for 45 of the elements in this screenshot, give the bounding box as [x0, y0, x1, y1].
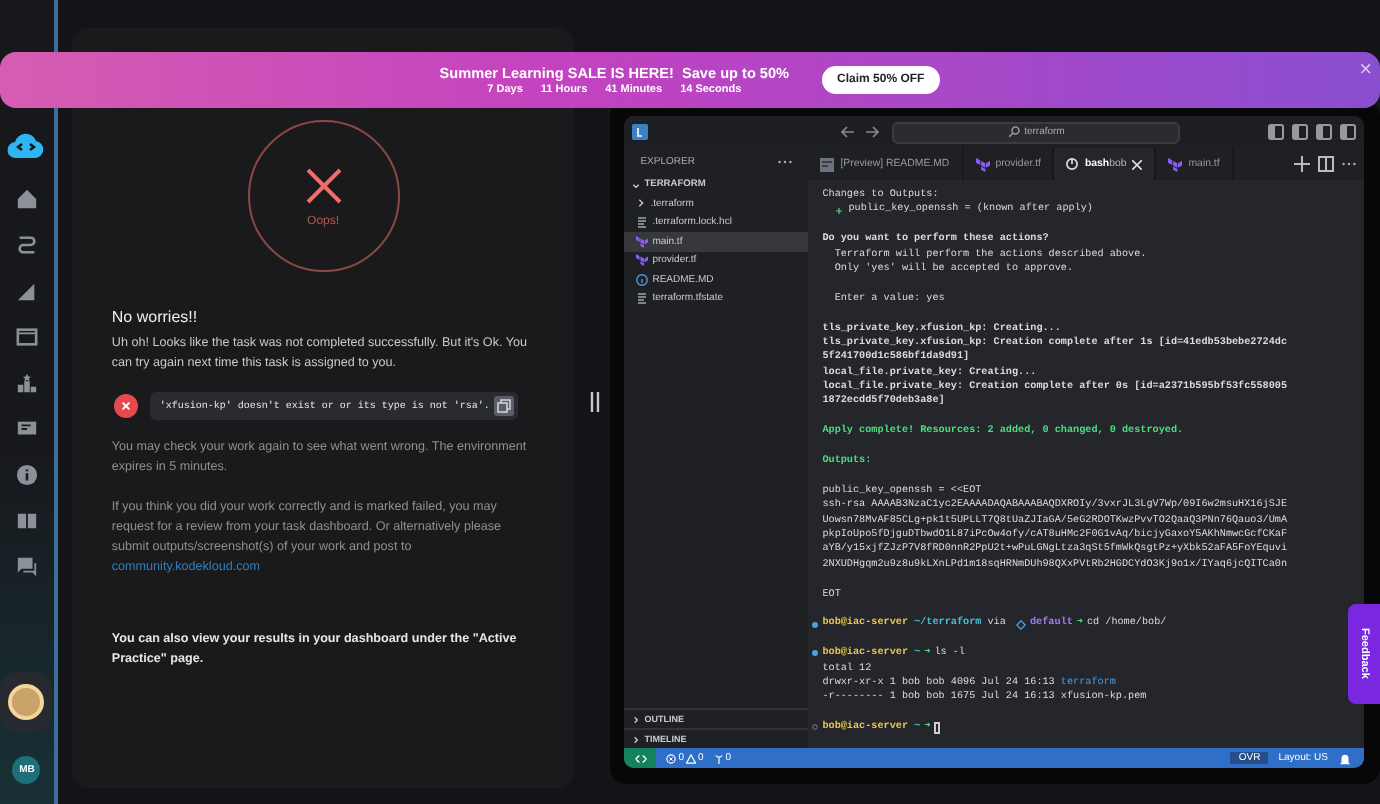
editor-logo-icon	[632, 124, 649, 140]
plus-icon	[836, 207, 843, 214]
terraform-file-icon	[1168, 157, 1183, 171]
preview-icon	[820, 157, 835, 171]
chat-icon[interactable]	[15, 556, 38, 578]
result-heading: No worries!!	[111, 308, 200, 326]
route-icon[interactable]	[15, 234, 38, 256]
terraform-file-icon	[636, 254, 649, 267]
remote-icon	[633, 751, 648, 765]
error-icon	[666, 753, 677, 763]
chart-icon[interactable]	[15, 280, 38, 302]
close-icon[interactable]	[1132, 159, 1143, 169]
remote-button[interactable]	[624, 748, 657, 768]
info-icon[interactable]	[15, 464, 38, 486]
text-file-icon	[636, 292, 649, 305]
cloud-logo-icon[interactable]	[6, 132, 47, 160]
prompt-dot-icon	[812, 724, 819, 731]
search-icon	[1008, 126, 1021, 138]
prompt-dot-icon	[812, 650, 819, 657]
terraform-file-icon	[636, 235, 649, 248]
copy-icon[interactable]	[493, 396, 514, 416]
diamond-icon	[1015, 619, 1026, 630]
chevron-icon	[636, 198, 647, 209]
book-icon[interactable]	[15, 510, 38, 532]
secondary-sidebar-icon[interactable]	[1340, 124, 1356, 140]
info-file-icon	[636, 273, 649, 286]
warning-icon	[685, 753, 696, 763]
chevron-down-icon	[632, 181, 641, 189]
avatar[interactable]	[8, 684, 45, 720]
home-icon[interactable]	[15, 188, 38, 210]
plus-icon[interactable]	[1294, 156, 1310, 172]
drag-handle-icon[interactable]	[590, 392, 601, 412]
split-icon[interactable]	[1318, 156, 1334, 172]
error-icon	[113, 394, 138, 418]
podium-icon[interactable]	[15, 372, 38, 394]
back-arrow-icon[interactable]	[840, 124, 857, 140]
prompt-dot-icon	[812, 621, 819, 628]
sidebar-toggle-icon[interactable]	[1292, 124, 1308, 140]
cross-icon	[303, 165, 344, 205]
terraform-file-icon	[975, 157, 990, 171]
antenna-icon	[713, 753, 724, 763]
panel-toggle-icon[interactable]	[1316, 124, 1332, 140]
bell-icon[interactable]	[1338, 751, 1352, 765]
text-file-icon	[636, 216, 649, 229]
forward-arrow-icon[interactable]	[864, 124, 881, 140]
